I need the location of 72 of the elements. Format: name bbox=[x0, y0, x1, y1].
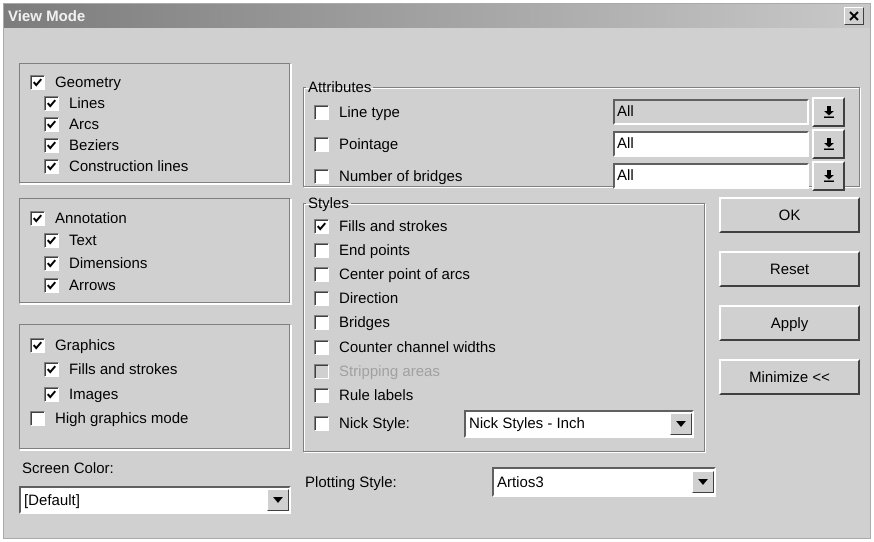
dialog-button[interactable]: Reset bbox=[719, 251, 860, 287]
checkbox-label: High graphics mode bbox=[55, 410, 188, 428]
checkbox-label: Line type bbox=[339, 104, 400, 120]
checkbox[interactable] bbox=[44, 278, 59, 294]
checkbox[interactable] bbox=[44, 362, 59, 378]
field-label: Screen Color: bbox=[22, 460, 115, 477]
checkbox[interactable] bbox=[314, 416, 329, 431]
checkbox[interactable] bbox=[44, 96, 59, 111]
checkbox[interactable] bbox=[314, 291, 329, 306]
download-arrow-icon bbox=[824, 106, 834, 118]
checkbox-label: Annotation bbox=[55, 210, 127, 227]
checkbox-label: Construction lines bbox=[69, 158, 188, 175]
checkbox[interactable] bbox=[314, 340, 329, 355]
checkbox[interactable] bbox=[44, 233, 59, 248]
checkbox[interactable] bbox=[30, 338, 45, 353]
checkbox[interactable] bbox=[44, 386, 59, 402]
caret-icon bbox=[698, 479, 708, 485]
checkbox-label: Geometry bbox=[55, 74, 121, 91]
checkbox-label: Arrows bbox=[69, 277, 116, 294]
checkbox-label: End points bbox=[339, 242, 410, 259]
attribute-field[interactable]: All bbox=[613, 131, 809, 157]
dialog-button[interactable]: Minimize << bbox=[719, 359, 860, 395]
checkbox-label: Center point of arcs bbox=[339, 266, 470, 283]
group-title: Attributes bbox=[307, 79, 372, 96]
checkbox-label: Direction bbox=[339, 290, 398, 308]
checkbox[interactable] bbox=[314, 136, 329, 152]
checkbox-label: Number of bridges bbox=[339, 168, 462, 184]
checkbox-label: Images bbox=[69, 386, 118, 403]
checkbox-label: Pointage bbox=[339, 136, 398, 152]
dialog-button[interactable]: OK bbox=[719, 197, 860, 233]
checkbox[interactable] bbox=[30, 411, 45, 426]
checkbox[interactable] bbox=[314, 218, 329, 234]
checkbox-label: Dimensions bbox=[69, 254, 148, 272]
dialog-button[interactable]: Apply bbox=[719, 305, 860, 341]
checkbox-label: Rule labels bbox=[339, 386, 414, 404]
nick-style-dropdown[interactable]: Nick Styles - Inch bbox=[464, 410, 694, 438]
dropdown-button[interactable] bbox=[812, 129, 845, 159]
field-label: Plotting Style: bbox=[304, 474, 398, 490]
checkbox-label: Text bbox=[69, 232, 97, 250]
checkbox[interactable] bbox=[30, 75, 45, 90]
checkbox[interactable] bbox=[314, 388, 329, 403]
screen-color-dropdown[interactable]: [Default] bbox=[19, 486, 291, 514]
dropdown-button[interactable] bbox=[812, 97, 845, 127]
checkbox[interactable] bbox=[314, 315, 329, 330]
checkbox[interactable] bbox=[44, 159, 59, 174]
dropdown-button[interactable] bbox=[812, 161, 845, 191]
checkbox-label: Arcs bbox=[69, 116, 99, 133]
close-button[interactable] bbox=[844, 7, 864, 25]
checkbox-label: Nick Style: bbox=[339, 415, 410, 432]
checkbox[interactable] bbox=[314, 242, 329, 258]
close-icon bbox=[849, 11, 859, 21]
checkbox[interactable] bbox=[30, 210, 45, 226]
checkbox[interactable] bbox=[44, 138, 59, 153]
window-title: View Mode bbox=[8, 8, 86, 24]
checkbox-label: Bridges bbox=[339, 314, 390, 332]
checkbox[interactable] bbox=[314, 168, 329, 184]
group-title: Styles bbox=[307, 195, 350, 212]
checkbox-label: Fills and strokes bbox=[339, 218, 448, 235]
checkbox-label: Beziers bbox=[69, 137, 120, 154]
checkbox[interactable] bbox=[314, 266, 329, 282]
checkbox[interactable] bbox=[44, 256, 59, 271]
download-arrow-icon bbox=[824, 170, 834, 182]
checkbox-label: Lines bbox=[69, 95, 105, 112]
checkbox-label: Fills and strokes bbox=[69, 361, 178, 378]
caret-icon bbox=[273, 497, 283, 503]
caret-icon bbox=[676, 420, 686, 426]
checkbox-label: Counter channel widths bbox=[339, 338, 496, 356]
plotting-style-dropdown[interactable]: Artios3 bbox=[492, 467, 716, 497]
download-arrow-icon bbox=[824, 138, 834, 150]
attribute-field[interactable]: All bbox=[613, 163, 809, 189]
checkbox-label: Graphics bbox=[55, 336, 116, 354]
checkbox[interactable] bbox=[44, 117, 59, 132]
